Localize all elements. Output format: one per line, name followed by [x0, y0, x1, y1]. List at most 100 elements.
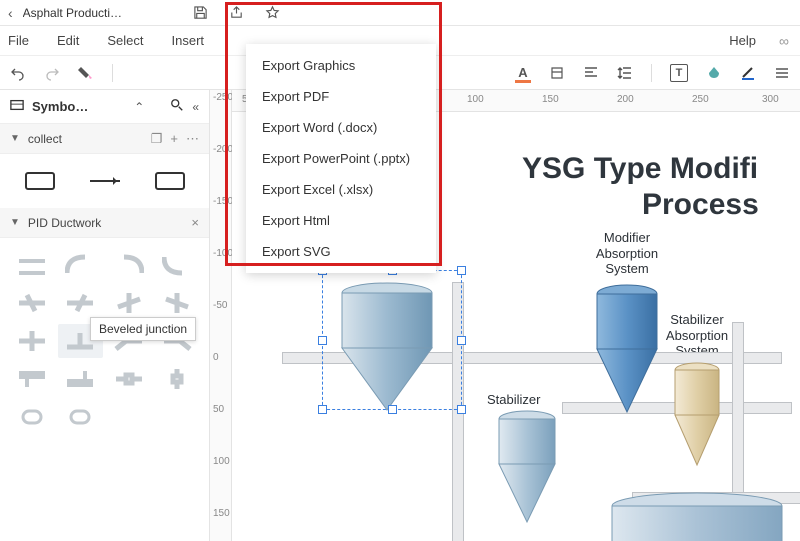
- selection-handle[interactable]: [457, 405, 466, 414]
- align-icon[interactable]: [583, 65, 599, 81]
- open-external-icon[interactable]: ❐: [151, 131, 163, 147]
- ruler-mark: -50: [213, 300, 227, 311]
- save-icon[interactable]: [192, 5, 208, 21]
- pid-shape[interactable]: [107, 362, 151, 396]
- menu-help[interactable]: Help: [729, 33, 756, 49]
- pid-shapes-grid: [0, 238, 209, 444]
- menu-file[interactable]: File: [8, 33, 29, 48]
- ruler-mark: 50: [213, 404, 224, 415]
- ruler-mark: 100: [213, 456, 230, 467]
- shape-arrow-line[interactable]: [75, 164, 134, 198]
- label-modifier-absorption: ModifierAbsorptionSystem: [582, 230, 672, 277]
- highlight-icon[interactable]: [549, 65, 565, 81]
- glasses-icon[interactable]: ∞: [776, 33, 792, 49]
- pid-shape[interactable]: [58, 286, 102, 320]
- ruler-mark: 150: [542, 94, 559, 105]
- pid-shape[interactable]: [155, 286, 199, 320]
- collapse-sidebar-icon[interactable]: «: [192, 100, 199, 114]
- diagram-title-line2: Process: [642, 188, 759, 222]
- back-chevron-icon[interactable]: ‹: [8, 5, 13, 21]
- pid-shape[interactable]: [10, 362, 54, 396]
- line-spacing-icon[interactable]: [617, 65, 633, 81]
- pid-shape[interactable]: [107, 248, 151, 282]
- vessel-stabilizer-absorption[interactable]: [667, 360, 727, 470]
- selection-handle[interactable]: [457, 336, 466, 345]
- add-icon[interactable]: +: [170, 131, 178, 146]
- pid-shape[interactable]: [10, 400, 54, 434]
- ruler-mark: 250: [692, 94, 709, 105]
- section-collect-header[interactable]: ▼ collect ❐ + ⋯: [0, 124, 209, 154]
- vessel-modifier-absorption[interactable]: [587, 282, 667, 422]
- shapes-icon: [10, 98, 24, 115]
- text-tool-icon[interactable]: T: [670, 64, 688, 82]
- ruler-mark: 200: [617, 94, 634, 105]
- export-svg[interactable]: Export SVG: [246, 236, 436, 267]
- export-pdf[interactable]: Export PDF: [246, 81, 436, 112]
- export-graphics[interactable]: Export Graphics: [246, 50, 436, 81]
- pid-shape[interactable]: [10, 286, 54, 320]
- ruler-mark: 100: [467, 94, 484, 105]
- shape-tooltip: Beveled junction: [90, 317, 196, 341]
- sidebar-header: Symbo… ⌃ «: [0, 90, 209, 124]
- shape-rounded-rect-2[interactable]: [140, 164, 199, 198]
- ruler-mark: 300: [762, 94, 779, 105]
- symbols-sidebar: Symbo… ⌃ « ▼ collect ❐ + ⋯ ▼ PID Ductwor…: [0, 90, 210, 541]
- more-icon[interactable]: ⋯: [186, 131, 199, 147]
- line-color-icon[interactable]: [740, 65, 756, 81]
- export-word[interactable]: Export Word (.docx): [246, 112, 436, 143]
- toolbar-divider: [112, 64, 113, 82]
- section-pid-title: PID Ductwork: [28, 216, 184, 230]
- font-color-icon[interactable]: A: [515, 65, 531, 81]
- pid-shape[interactable]: [10, 324, 54, 358]
- export-html[interactable]: Export Html: [246, 205, 436, 236]
- fill-color-icon[interactable]: [706, 65, 722, 81]
- section-pid-header[interactable]: ▼ PID Ductwork ×: [0, 208, 209, 238]
- export-excel[interactable]: Export Excel (.xlsx): [246, 174, 436, 205]
- selection-box[interactable]: [322, 270, 462, 410]
- pid-shape[interactable]: [58, 362, 102, 396]
- pid-shape[interactable]: [155, 248, 199, 282]
- ruler-mark: 0: [213, 352, 219, 363]
- pid-shape[interactable]: [10, 248, 54, 282]
- menu-edit[interactable]: Edit: [57, 33, 79, 48]
- label-stabilizer: Stabilizer: [487, 392, 540, 408]
- vertical-ruler: -250 -200 -150 -100 -50 0 50 100 150: [210, 90, 232, 541]
- line-style-icon[interactable]: [774, 65, 790, 81]
- selection-handle[interactable]: [457, 266, 466, 275]
- ruler-mark: -200: [213, 144, 233, 155]
- redo-icon[interactable]: [44, 65, 60, 81]
- tooltip-text: Beveled junction: [99, 322, 187, 336]
- ruler-mark: 150: [213, 508, 230, 519]
- collapse-chevron-icon[interactable]: ⌃: [134, 100, 144, 114]
- pid-shape[interactable]: [58, 248, 102, 282]
- selection-handle[interactable]: [318, 336, 327, 345]
- selection-handle[interactable]: [318, 405, 327, 414]
- caret-down-icon: ▼: [10, 217, 20, 228]
- pid-shape[interactable]: [107, 286, 151, 320]
- star-icon[interactable]: [264, 5, 280, 21]
- sidebar-header-label: Symbo…: [32, 99, 126, 114]
- close-section-icon[interactable]: ×: [191, 215, 199, 230]
- menu-insert[interactable]: Insert: [172, 33, 205, 48]
- vessel-large-tank[interactable]: [602, 492, 792, 541]
- format-painter-icon[interactable]: [78, 65, 94, 81]
- caret-down-icon: ▼: [10, 133, 20, 144]
- toolbar-divider: [651, 64, 652, 82]
- export-powerpoint[interactable]: Export PowerPoint (.pptx): [246, 143, 436, 174]
- diagram-title-line1: YSG Type Modifi: [522, 152, 758, 186]
- ruler-mark: -150: [213, 196, 233, 207]
- section-collect-title: collect: [28, 132, 143, 146]
- export-menu: Export Graphics Export PDF Export Word (…: [246, 44, 436, 273]
- pid-shape[interactable]: [58, 400, 102, 434]
- shape-rounded-rect[interactable]: [10, 164, 69, 198]
- selection-handle[interactable]: [388, 405, 397, 414]
- vessel-stabilizer[interactable]: [492, 407, 562, 527]
- collect-shapes-grid: [0, 154, 209, 208]
- pid-shape[interactable]: [155, 362, 199, 396]
- ruler-mark: -100: [213, 248, 233, 259]
- menu-select[interactable]: Select: [107, 33, 143, 48]
- search-icon[interactable]: [170, 98, 184, 115]
- share-icon[interactable]: [228, 5, 244, 21]
- document-title: Asphalt Producti…: [23, 6, 122, 20]
- undo-icon[interactable]: [10, 65, 26, 81]
